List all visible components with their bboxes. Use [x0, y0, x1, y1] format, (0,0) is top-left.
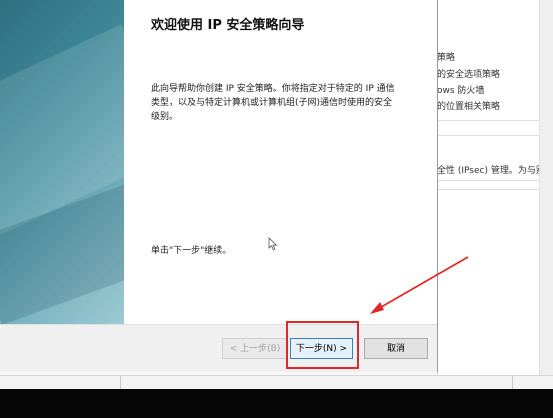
mouse-pointer-icon [268, 237, 278, 251]
wizard-description: 此向导帮助你创建 IP 安全策略。你将指定对于特定的 IP 通信类型，以及与特定… [151, 84, 395, 122]
background-text-line: ows 防火墙 [437, 86, 485, 96]
background-divider [437, 189, 553, 190]
wizard-continue-hint: 单击"下一步"继续。 [151, 246, 232, 256]
annotation-arrow-icon [370, 256, 469, 314]
background-text-line: 的安全选项策略 [437, 70, 501, 80]
taskbar [0, 389, 553, 418]
background-text-line: 的位置相关策略 [437, 102, 501, 112]
strip-divider [120, 376, 121, 390]
background-status-strip [0, 375, 553, 390]
background-scrollbar[interactable] [539, 0, 553, 375]
back-button[interactable]: < 上一步(B) [222, 338, 288, 359]
background-text-line: 全性 (IPsec) 管理。为与别的… [437, 166, 553, 176]
strip-divider [512, 376, 513, 390]
background-divider [437, 135, 553, 136]
background-text-line: 策略 [437, 53, 456, 63]
cancel-button[interactable]: 取消 [364, 338, 428, 359]
background-divider [437, 120, 553, 121]
wizard-title: 欢迎使用 IP 安全策略向导 [151, 18, 305, 33]
background-divider [437, 180, 553, 181]
annotation-highlight-box [286, 321, 359, 369]
wizard-side-banner [0, 0, 124, 324]
